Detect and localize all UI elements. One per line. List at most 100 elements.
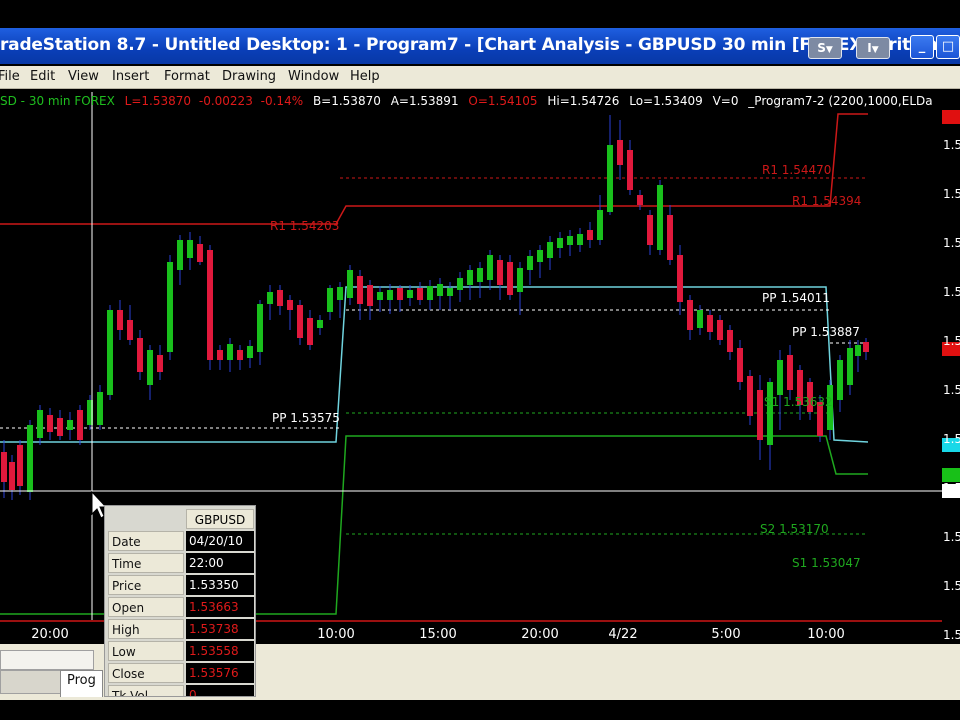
data-window-row: Date 04/20/10 <box>105 531 255 553</box>
low-price: Lo=1.53409 <box>629 94 703 108</box>
open-price: O=1.54105 <box>468 94 538 108</box>
candle-body <box>17 445 23 486</box>
candle-body <box>647 215 653 245</box>
candle-body <box>467 270 473 285</box>
candle-body <box>787 355 793 390</box>
price-axis-label: 1.5 <box>943 481 960 495</box>
candle-body <box>387 290 393 300</box>
data-window-row: High 1.53738 <box>105 619 255 641</box>
maximize-button[interactable]: □ <box>936 35 960 59</box>
high-price: Hi=1.54726 <box>547 94 620 108</box>
candle-body <box>657 185 663 250</box>
candle-body <box>97 392 103 425</box>
candle-body <box>537 250 543 262</box>
candle-body <box>177 240 183 270</box>
candle-body <box>863 342 869 352</box>
menu-drawing[interactable]: Drawing <box>222 69 276 84</box>
time-label: 15:00 <box>419 627 457 642</box>
time-label: 20:00 <box>31 627 69 642</box>
workspace-tab[interactable]: Prog <box>60 670 103 697</box>
candle-body <box>47 415 53 432</box>
candle-body <box>287 300 293 310</box>
candle-body <box>547 242 553 258</box>
candle-body <box>477 268 483 282</box>
level-label: R1 1.54394 <box>792 194 861 208</box>
menu-view[interactable]: View <box>68 69 99 84</box>
price-axis[interactable]: 1.51.51.51.51.51.51.51.51.51.51.51.5 <box>942 92 960 691</box>
candle-body <box>737 348 743 382</box>
candle-body <box>137 338 143 372</box>
level-label: PP 1.53575 <box>272 411 340 425</box>
candle-body <box>557 238 563 248</box>
symbol-label: SD - 30 min FOREX <box>0 94 115 108</box>
menu-window[interactable]: Window <box>288 69 339 84</box>
data-window-key: High <box>108 619 184 639</box>
time-label: 5:00 <box>711 627 741 642</box>
workspace-tab-icons[interactable] <box>0 670 62 694</box>
candle-body <box>717 320 723 340</box>
price-axis-label: 1.5 <box>943 236 960 250</box>
candle-body <box>497 260 503 285</box>
candle-body <box>227 344 233 360</box>
candle-body <box>327 288 333 312</box>
candle-body <box>567 236 573 245</box>
time-label: 4/22 <box>608 627 638 642</box>
price-marker-red-top <box>942 110 960 124</box>
candle-body <box>407 290 413 298</box>
candle-body <box>317 320 323 328</box>
data-window-value: 0 <box>186 685 254 696</box>
price-axis-label: 1.5 <box>943 628 960 642</box>
candle-body <box>507 262 513 295</box>
level-label: PP 1.54011 <box>762 291 830 305</box>
candle-body <box>187 240 193 258</box>
candle-body <box>837 360 843 400</box>
minimize-button[interactable]: _ <box>910 35 934 59</box>
menu-insert[interactable]: Insert <box>112 69 149 84</box>
candle-body <box>307 318 313 345</box>
candle-body <box>297 305 303 338</box>
data-window-value: 04/20/10 <box>186 531 254 551</box>
candle-body <box>107 310 113 395</box>
candle-body <box>257 304 263 352</box>
data-window-row: Open 1.53663 <box>105 597 255 619</box>
menu-format[interactable]: Format <box>164 69 210 84</box>
pct-change: -0.14% <box>260 94 304 108</box>
scrollbar[interactable] <box>0 650 94 670</box>
candle-body <box>167 262 173 352</box>
candle-body <box>207 250 213 360</box>
candle-body <box>67 420 73 430</box>
candle-body <box>697 310 703 328</box>
data-window-row: Close 1.53576 <box>105 663 255 685</box>
candle-body <box>587 230 593 240</box>
level-label: R1 1.54470 <box>762 163 831 177</box>
candle-body <box>347 270 353 298</box>
candle-body <box>767 382 773 445</box>
candle-body <box>357 276 363 304</box>
candle-body <box>447 288 453 296</box>
level-label: R1 1.54203 <box>270 219 339 233</box>
price-marker-green <box>942 468 960 482</box>
menu-file[interactable]: File <box>0 69 20 84</box>
data-window-row: Time 22:00 <box>105 553 255 575</box>
menu-help[interactable]: Help <box>350 69 380 84</box>
data-window-key: Close <box>108 663 184 683</box>
level-label: S1 1.53632 <box>764 395 833 409</box>
price-axis-label: 1.5 <box>943 285 960 299</box>
i-button[interactable]: I▼ <box>856 37 890 59</box>
candle-body <box>577 234 583 245</box>
candle-body <box>747 376 753 416</box>
level-label: S1 1.53047 <box>792 556 861 570</box>
price-axis-label: 1.5 <box>943 383 960 397</box>
volume: V=0 <box>712 94 739 108</box>
candle-body <box>727 330 733 352</box>
data-window[interactable]: GBPUSD Date 04/20/10 Time 22:00 Price 1.53350… <box>104 505 256 697</box>
data-window-key: Low <box>108 641 184 661</box>
menu-edit[interactable]: Edit <box>30 69 55 84</box>
candle-body <box>677 255 683 302</box>
candle-body <box>127 320 133 340</box>
candle-body <box>597 210 603 240</box>
candle-body <box>37 410 43 438</box>
candle-body <box>217 350 223 360</box>
candle-body <box>247 346 253 358</box>
s-button[interactable]: S▼ <box>808 37 842 59</box>
